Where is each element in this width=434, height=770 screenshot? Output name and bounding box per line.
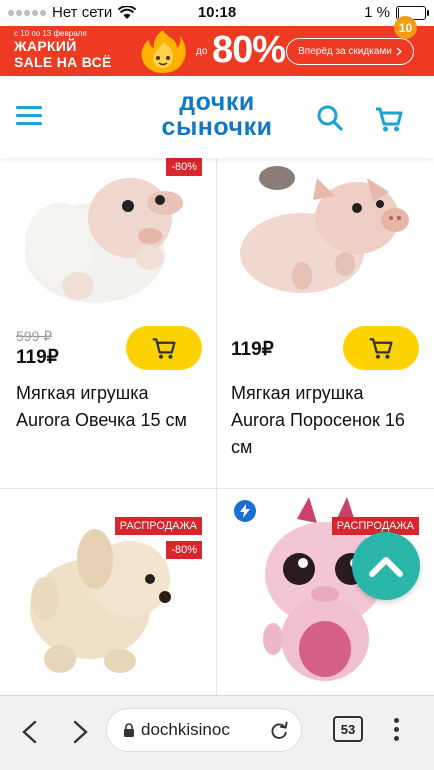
status-bar: Нет сети 10:18 1 % [0, 0, 434, 26]
banner-percent: 80% [212, 29, 286, 71]
chevron-right-icon [396, 47, 402, 56]
fire-mascot-icon [141, 30, 186, 73]
logo-line2: сыночки [161, 113, 273, 141]
product-name[interactable]: Мягкая игрушка Aurora Овечка 15 см [16, 380, 206, 434]
battery-level [398, 7, 399, 18]
product-grid: -80% 599 ₽ 119₽ Мягкая игрушка Aurora Ов… [0, 158, 434, 695]
product-card[interactable]: -80% 599 ₽ 119₽ Мягкая игрушка Aurora Ов… [0, 158, 216, 488]
product-name[interactable]: Мягкая игрушка Aurora Поросенок 16 см [231, 380, 421, 461]
banner-title-line2: SALE НА ВСЁ [14, 54, 112, 70]
old-price: 599 ₽ [16, 328, 53, 344]
cart-icon [152, 338, 176, 359]
logo-line1: дочки [179, 88, 255, 116]
price: 119₽ [16, 347, 59, 368]
discount-badge: -80% [166, 158, 202, 176]
reload-icon[interactable] [264, 718, 290, 744]
sale-badge: РАСПРОДАЖА [331, 517, 419, 535]
product-card[interactable]: 119₽ Мягкая игрушка Aurora Поросенок 16 … [217, 158, 433, 488]
add-to-cart-button[interactable] [343, 326, 419, 370]
back-icon[interactable] [20, 720, 40, 744]
site-header: дочки сыночки [0, 76, 434, 158]
add-to-cart-button[interactable] [126, 326, 202, 370]
battery-percent: 1 % [364, 4, 390, 21]
price: 119₽ [231, 339, 274, 360]
battery: 1 % [364, 4, 429, 21]
banner-cta-label: Вперёд за скидками [298, 46, 392, 57]
banner-dates: с 10 по 13 февраля [14, 29, 87, 38]
logo[interactable]: дочки сыночки [0, 90, 434, 140]
sale-badge: РАСПРОДАЖА [114, 517, 202, 535]
banner-title: ЖАРКИЙ SALE НА ВСЁ [14, 38, 112, 70]
forward-icon[interactable] [70, 720, 90, 744]
page: Нет сети 10:18 1 % с 10 по 13 февраля ЖА… [0, 0, 434, 770]
product-card[interactable]: РАСПРОДАЖА -80% [0, 489, 216, 695]
product-image-pig[interactable] [217, 158, 433, 318]
cart-icon[interactable] [374, 104, 404, 134]
product-image-sheep[interactable] [0, 158, 216, 318]
url-text: dochkisinoc [141, 720, 230, 739]
cart-count-badge: 10 [394, 16, 417, 39]
banner-prefix: до [196, 46, 208, 57]
promo-banner[interactable]: с 10 по 13 февраля ЖАРКИЙ SALE НА ВСЁ до… [0, 26, 434, 76]
more-menu-icon[interactable] [394, 718, 400, 745]
discount-badge: -80% [166, 541, 202, 559]
banner-cta-button[interactable]: Вперёд за скидками [286, 38, 414, 65]
banner-title-line1: ЖАРКИЙ [14, 38, 77, 54]
lightning-icon [234, 500, 256, 522]
browser-toolbar: dochkisinoc 53 [0, 695, 434, 770]
cart-icon [369, 338, 393, 359]
tabs-button[interactable]: 53 [333, 716, 363, 742]
lock-icon [124, 722, 134, 737]
chevron-up-icon [369, 557, 403, 577]
scroll-to-top-button[interactable] [352, 532, 420, 600]
search-icon[interactable] [316, 104, 344, 132]
